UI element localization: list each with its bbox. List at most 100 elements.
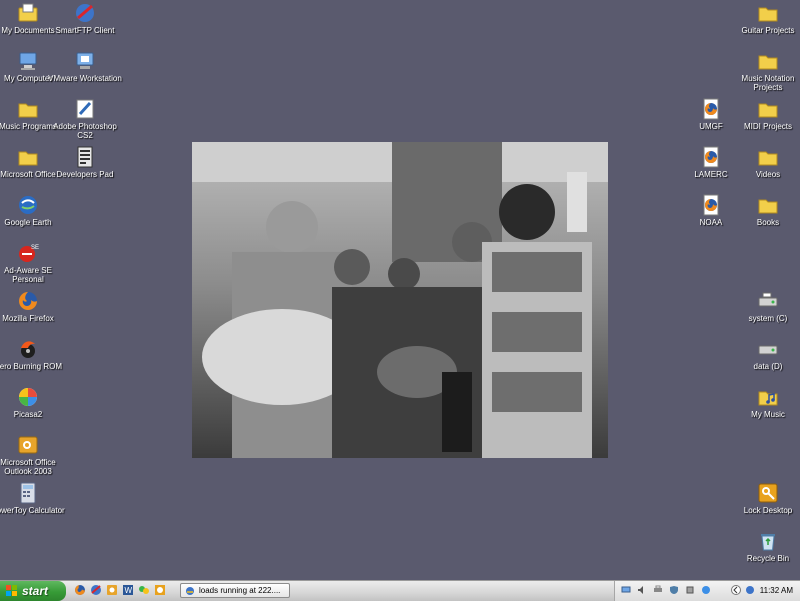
desktop-icon-vmware-workstation[interactable]: VMware Workstation [47, 50, 123, 96]
desktop-icon-label: Google Earth [4, 218, 52, 227]
shield-icon[interactable] [669, 585, 679, 595]
taskbar: start W loads running at 222.... 11:32 A… [0, 580, 800, 601]
firefox-doc-icon [703, 194, 719, 216]
svg-text:SE: SE [31, 245, 39, 251]
photoshop-icon [76, 99, 94, 119]
desktop-icon-label: MIDI Projects [743, 122, 792, 131]
clock[interactable]: 11:32 AM [760, 586, 793, 595]
desktop-icon-label: LAMERC [694, 170, 728, 179]
calculator-icon [20, 482, 36, 504]
desktop-icon-label: Developers Pad [56, 170, 114, 179]
windows-logo-icon [6, 585, 17, 596]
desktop-icon-label: Books [756, 218, 780, 227]
desktop-icon-outlook-2003[interactable]: Microsoft Office Outlook 2003 [0, 434, 66, 480]
desktop-icon-smartftp-client[interactable]: SmartFTP Client [47, 2, 123, 48]
my-documents-icon [18, 3, 38, 22]
desktop-icon-label: Adobe Photoshop CS2 [53, 122, 117, 140]
nero-icon [21, 341, 35, 358]
desktop-icon-music-notation-projects[interactable]: Music Notation Projects [730, 50, 800, 96]
folder-icon [758, 103, 778, 118]
desktop-icon-lock-desktop[interactable]: Lock Desktop [730, 482, 800, 528]
quicklaunch-word-icon[interactable]: W [122, 584, 134, 596]
firefox-doc-icon [703, 98, 719, 120]
desktop-icon-nero-burning-rom[interactable]: Nero Burning ROM [0, 338, 66, 384]
network-icon[interactable] [621, 585, 631, 595]
desktop-icon-label: Videos [755, 170, 781, 179]
desktop-icon-my-music[interactable]: My Music [730, 386, 800, 432]
volume-tray-icon[interactable] [745, 585, 755, 595]
desktop-icon-adobe-photoshop-cs2[interactable]: Adobe Photoshop CS2 [47, 98, 123, 144]
desktop-icon-label: Nero Burning ROM [0, 362, 63, 371]
hard-drive-icon [758, 345, 778, 355]
quicklaunch-picasa-icon[interactable] [154, 584, 166, 596]
desktop-icon-mozilla-firefox[interactable]: Mozilla Firefox [0, 290, 66, 336]
my-computer-icon [19, 52, 37, 70]
speaker-icon[interactable] [637, 585, 647, 595]
desktop-icon-label: NOAA [699, 218, 723, 227]
desktop-icon-ad-aware[interactable]: SE Ad-Aware SE Personal [0, 242, 66, 288]
desktop-icon-label: My Computer [3, 74, 52, 83]
folder-icon [758, 151, 778, 166]
printer-icon[interactable] [653, 585, 663, 595]
desktop-icon-label: Guitar Projects [741, 26, 795, 35]
developers-pad-icon [77, 146, 93, 168]
folder-icon [758, 199, 778, 214]
wallpaper-photo [192, 142, 608, 458]
taskbar-button-loads-running[interactable]: loads running at 222.... [180, 583, 290, 598]
folder-icon [758, 55, 778, 70]
desktop-icon-system-c[interactable]: system (C) [730, 290, 800, 336]
quicklaunch-msn-icon[interactable] [138, 584, 150, 596]
desktop-icon-label: Ad-Aware SE Personal [4, 266, 52, 284]
desktop-icon-label: SmartFTP Client [55, 26, 115, 35]
desktop-icon-label: VMware Workstation [48, 74, 122, 83]
messenger-icon[interactable] [701, 585, 711, 595]
usb-icon[interactable] [685, 585, 695, 595]
desktop-icon-developers-pad[interactable]: Developers Pad [47, 146, 123, 192]
lock-desktop-icon [758, 483, 778, 503]
wallpaper-photo-figures [192, 142, 608, 458]
start-label: start [22, 584, 49, 598]
folder-icon [18, 103, 38, 118]
desktop-icon-label: Picasa2 [13, 410, 43, 419]
desktop-icon-label: Recycle Bin [746, 554, 790, 563]
recycle-bin-icon [761, 534, 775, 551]
firefox-doc-icon [703, 146, 719, 168]
desktop-icon-noaa[interactable]: NOAA [673, 194, 749, 240]
desktop-icon-powertoy-calculator[interactable]: PowerToy Calculator [0, 482, 66, 528]
my-music-icon [758, 391, 778, 406]
folder-icon [18, 151, 38, 166]
desktop-icon-label: PowerToy Calculator [0, 506, 65, 515]
ie-icon [186, 586, 194, 595]
chevron-left-icon[interactable] [731, 585, 741, 595]
desktop-icon-label: My Music [751, 410, 785, 419]
ad-aware-icon: SE [19, 245, 39, 262]
desktop-icon-picasa2[interactable]: Picasa2 [0, 386, 66, 432]
outlook-icon [18, 436, 38, 454]
desktop-icon-label: Mozilla Firefox [2, 314, 54, 323]
svg-text:W: W [125, 586, 133, 595]
desktop-icon-guitar-projects[interactable]: Guitar Projects [730, 2, 800, 48]
desktop-icon-umgf[interactable]: UMGF [673, 98, 749, 144]
desktop-icon-label: Music Notation Projects [741, 74, 795, 92]
desktop-icon-lamerc[interactable]: LAMERC [673, 146, 749, 192]
smartftp-icon [76, 4, 94, 22]
desktop-icon-label: UMGF [699, 122, 723, 131]
vmware-icon [76, 52, 94, 69]
desktop-icon-label: Lock Desktop [743, 506, 793, 515]
system-tray: 11:32 AM [614, 581, 800, 601]
taskbar-button-label: loads running at 222.... [199, 586, 281, 595]
desktop-icon-label: system (C) [748, 314, 788, 323]
start-button[interactable]: start [0, 581, 66, 601]
firefox-icon [19, 292, 37, 310]
desktop-icon-label: data (D) [753, 362, 783, 371]
quicklaunch-smartftp-icon[interactable] [90, 584, 102, 596]
quicklaunch-outlook-icon[interactable] [106, 584, 118, 596]
desktop-icon-label: Microsoft Office Outlook 2003 [0, 458, 56, 476]
desktop-icon-data-d[interactable]: data (D) [730, 338, 800, 384]
desktop-icon-google-earth[interactable]: Google Earth [0, 194, 66, 240]
folder-icon [758, 7, 778, 22]
picasa-icon [19, 388, 37, 406]
quicklaunch-firefox-icon[interactable] [74, 584, 86, 596]
google-earth-icon [19, 196, 37, 214]
desktop-icon-recycle-bin[interactable]: Recycle Bin [730, 530, 800, 576]
